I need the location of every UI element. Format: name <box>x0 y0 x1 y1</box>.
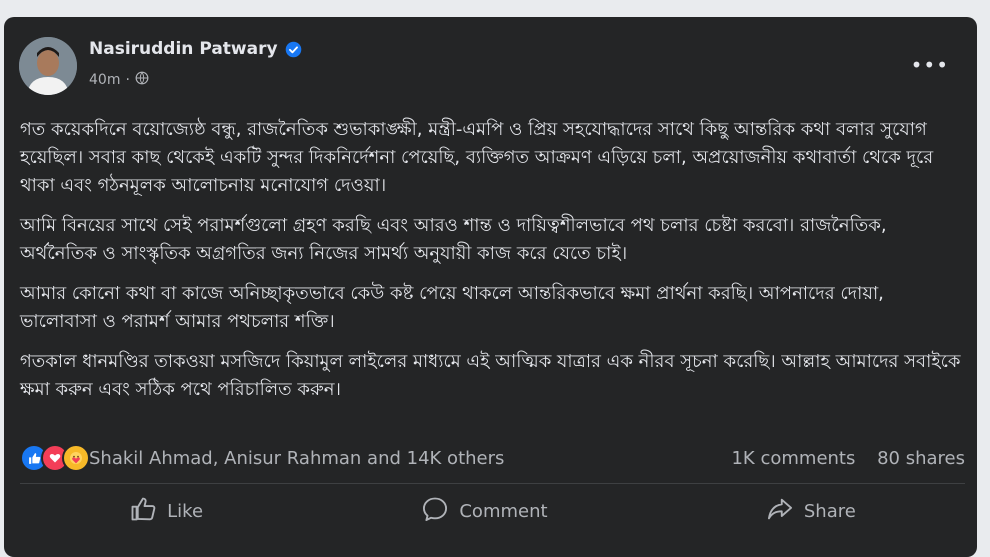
reactions-summary[interactable]: Shakil Ahmad, Anisur Rahman and 14K othe… <box>20 444 504 472</box>
like-label: Like <box>167 500 204 522</box>
verified-badge-icon <box>285 41 302 58</box>
post-paragraph: আমার কোনো কথা বা কাজে অনিচ্ছাকৃতভাবে কেউ… <box>20 283 884 332</box>
comment-label: Comment <box>459 500 548 522</box>
author-name[interactable]: Nasiruddin Patwary <box>89 39 278 59</box>
globe-icon <box>135 71 149 89</box>
engagement-counts: 1K comments 80 shares <box>715 448 965 469</box>
reactions-names[interactable]: Shakil Ahmad, Anisur Rahman and 14K othe… <box>89 448 504 469</box>
reactions-row: Shakil Ahmad, Anisur Rahman and 14K othe… <box>20 443 965 473</box>
avatar[interactable] <box>19 37 77 95</box>
more-options-icon[interactable]: ••• <box>911 53 949 77</box>
thumbs-up-icon <box>129 495 157 528</box>
post-card: Nasiruddin Patwary 40m · ••• গত কয়েকদিন… <box>4 17 977 557</box>
care-icon <box>62 444 90 472</box>
meta-separator: · <box>125 72 130 88</box>
shares-count[interactable]: 80 shares <box>877 448 965 469</box>
like-button[interactable]: Like <box>109 489 223 534</box>
share-label: Share <box>803 500 856 522</box>
post-paragraph: আমি বিনয়ের সাথে সেই পরামর্শগুলো গ্রহণ ক… <box>20 215 887 264</box>
post-paragraph: গতকাল ধানমণ্ডির তাকওয়া মসজিদে কিয়ামুল … <box>20 351 961 400</box>
reaction-icons <box>20 444 90 472</box>
comment-button[interactable]: Comment <box>401 489 567 534</box>
divider <box>20 483 965 484</box>
share-button[interactable]: Share <box>746 489 876 534</box>
comment-bubble-icon <box>421 495 449 528</box>
comments-count[interactable]: 1K comments <box>731 448 855 469</box>
post-paragraph: গত কয়েকদিনে বয়োজ্যেষ্ঠ বন্ধু, রাজনৈতিক… <box>20 119 934 196</box>
post-text: গত কয়েকদিনে বয়োজ্যেষ্ঠ বন্ধু, রাজনৈতিক… <box>20 116 965 416</box>
share-arrow-icon <box>766 495 794 528</box>
action-bar: Like Comment Share <box>20 487 965 535</box>
author-name-row: Nasiruddin Patwary <box>89 39 302 59</box>
post-meta: 40m · <box>89 71 149 89</box>
post-time[interactable]: 40m <box>89 72 120 88</box>
